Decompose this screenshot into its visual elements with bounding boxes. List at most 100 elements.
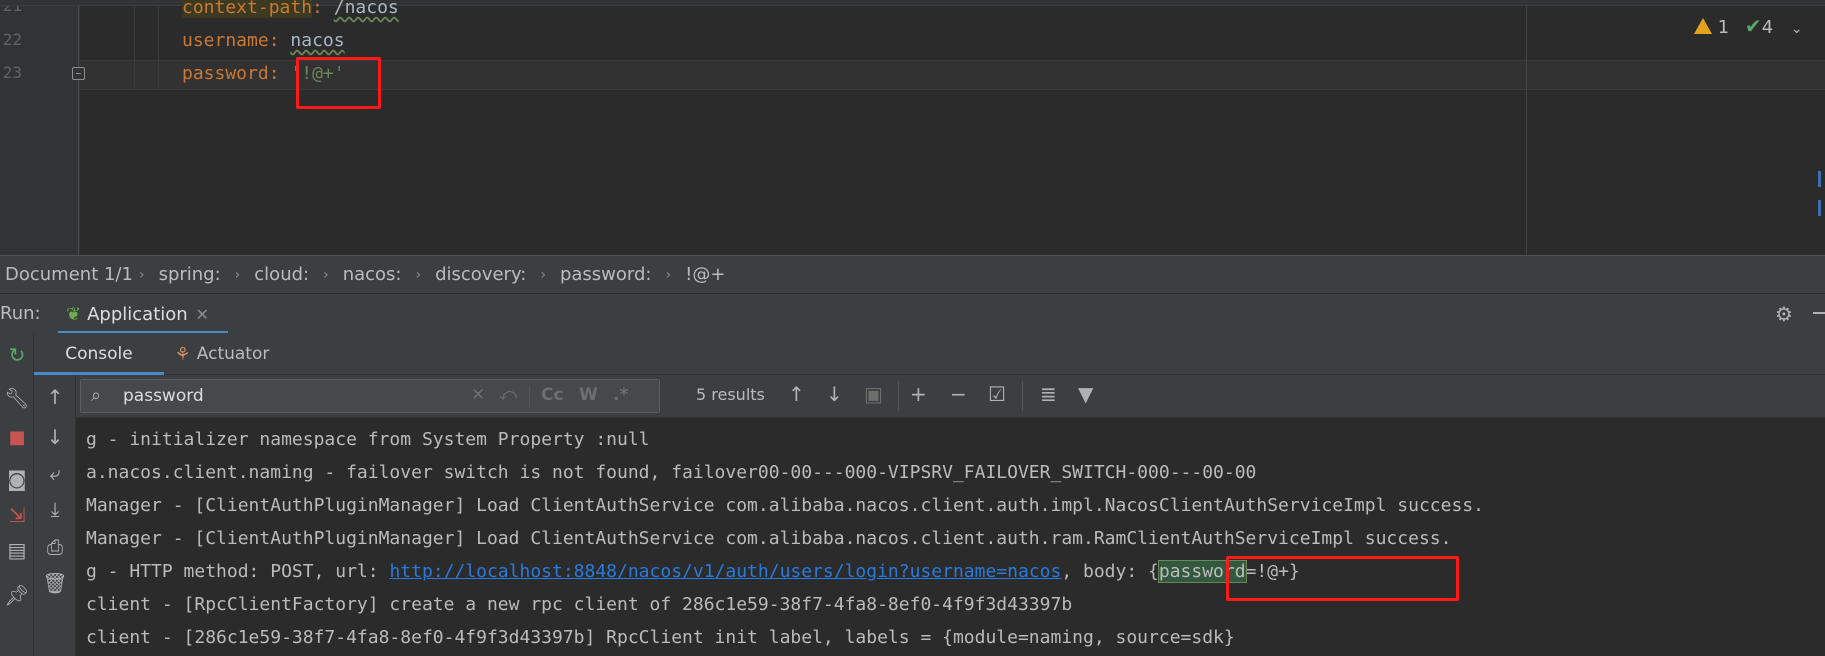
next-occurrence-icon[interactable]: ↓: [826, 382, 843, 406]
log-line: Manager - [ClientAuthPluginManager] Load…: [86, 495, 1484, 516]
search-input[interactable]: [123, 384, 423, 408]
exit-icon[interactable]: ⇲: [0, 503, 34, 527]
yaml-value: nacos: [290, 30, 345, 51]
breadcrumb-document[interactable]: Document 1/1: [5, 264, 133, 285]
trash-icon[interactable]: 🗑︎: [34, 571, 76, 595]
match-case-toggle[interactable]: Cc: [541, 385, 564, 405]
previous-occurrence-icon[interactable]: ↑: [788, 382, 805, 406]
actuator-icon: ⚘: [174, 343, 191, 365]
regex-toggle[interactable]: .*: [613, 385, 628, 405]
filter-icon[interactable]: ▼: [1078, 382, 1093, 406]
breadcrumb-separator-icon: ›: [665, 266, 672, 283]
select-all-occurrences-icon[interactable]: ▣: [864, 382, 883, 406]
stop-icon[interactable]: ■: [0, 427, 34, 448]
scrollbar-marker[interactable]: [1818, 171, 1821, 187]
layout-icon[interactable]: ▤: [0, 538, 34, 562]
camera-icon[interactable]: ◙: [0, 467, 34, 491]
annotation-box-password-value: [296, 57, 381, 109]
run-left-toolbar: ↻ 🔧︎ ■ ◙ ⇲ ▤ 📌︎: [0, 333, 34, 656]
gear-icon[interactable]: ⚙: [1775, 302, 1793, 326]
breadcrumb-separator-icon: ›: [540, 266, 546, 283]
log-line: a.nacos.client.naming - failover switch …: [86, 462, 1257, 483]
spring-boot-icon: ❦: [66, 303, 82, 325]
search-icon[interactable]: ⌕: [91, 385, 101, 406]
yaml-key: context-path: [182, 0, 313, 18]
close-icon[interactable]: ✕: [196, 305, 209, 324]
select-occurrences-icon[interactable]: ☑: [988, 382, 1006, 406]
breadcrumb-separator-icon: ›: [138, 266, 145, 283]
log-line: Manager - [ClientAuthPluginManager] Load…: [86, 528, 1452, 549]
separator: [898, 381, 899, 411]
tab-console-label: Console: [65, 344, 133, 364]
whole-words-toggle[interactable]: W: [579, 385, 598, 405]
yaml-separator: :: [268, 30, 291, 51]
scroll-down-icon[interactable]: ↓: [34, 425, 76, 449]
tab-application[interactable]: ❦ Application ✕: [58, 294, 228, 334]
code-line-username: username: nacos: [182, 29, 345, 53]
search-field: ⌕ ✕ ⤺ Cc W .*: [80, 379, 660, 413]
line-number: 23: [2, 63, 22, 82]
breadcrumb-separator-icon: ›: [323, 266, 329, 283]
log-line: client - [RpcClientFactory] create a new…: [86, 594, 1073, 615]
yaml-value: /nacos: [333, 0, 399, 18]
indent-guide: [158, 0, 159, 90]
separator: [529, 386, 530, 408]
log-line: g - initializer namespace from System Pr…: [86, 429, 650, 450]
pin-icon[interactable]: 📌︎: [0, 583, 34, 607]
scroll-to-end-icon[interactable]: ⤓: [34, 497, 76, 521]
gutter-divider: [78, 0, 79, 255]
replace-history-icon[interactable]: ⤺: [499, 385, 517, 405]
editor-gutter: 21 22 23: [0, 0, 85, 255]
run-label: Run:: [0, 303, 41, 324]
log-text: , body: {: [1061, 561, 1159, 582]
chevron-down-icon[interactable]: ⌄: [1791, 21, 1803, 37]
yaml-separator: :: [312, 0, 334, 18]
breadcrumb-item[interactable]: spring:: [151, 264, 229, 285]
console-output[interactable]: g - initializer namespace from System Pr…: [77, 418, 1825, 656]
breadcrumb-separator-icon: ›: [234, 266, 241, 283]
tab-actuator-label: Actuator: [196, 344, 270, 364]
scroll-up-icon[interactable]: ↑: [34, 385, 76, 409]
check-icon: ✔: [1744, 14, 1762, 38]
code-editor[interactable]: 21 22 23 context-path: /nacos username: …: [0, 0, 1825, 255]
right-margin-guide: [1526, 6, 1527, 255]
filter-lines-icon[interactable]: ≣: [1040, 382, 1057, 406]
add-occurrence-icon[interactable]: +: [910, 382, 927, 406]
inspection-widget[interactable]: 1 ✔4 ⌄: [1694, 14, 1803, 38]
tab-actuator[interactable]: ⚘ Actuator: [152, 333, 292, 375]
print-icon[interactable]: ⎙: [34, 535, 76, 559]
search-results-count: 5 results: [696, 385, 765, 404]
log-line: client - [286c1e59-38f7-4fa8-8ef0-4f9f3d…: [86, 627, 1235, 648]
soft-wrap-icon[interactable]: ⤶: [34, 461, 76, 485]
wrench-icon[interactable]: 🔧︎: [0, 386, 34, 410]
log-line-http: g - HTTP method: POST, url: http://local…: [86, 560, 1300, 584]
yaml-separator: :: [268, 63, 291, 84]
scrollbar-marker[interactable]: [1818, 200, 1821, 216]
minimize-icon[interactable]: [1813, 312, 1825, 314]
indent-guide: [134, 0, 135, 90]
yaml-key: password: [182, 63, 269, 84]
breadcrumb-item[interactable]: password:: [552, 264, 660, 285]
fold-marker-icon[interactable]: [72, 67, 85, 80]
log-text: g - HTTP method: POST, url:: [86, 561, 390, 582]
breadcrumb-item[interactable]: discovery:: [427, 264, 534, 285]
run-subtabs: Console ⚘ Actuator: [34, 333, 1825, 375]
warning-icon: [1694, 18, 1712, 34]
line-number: 22: [2, 30, 22, 49]
tab-console[interactable]: Console: [34, 333, 164, 375]
run-tool-window-header: Run: ❦ Application ✕ ⚙: [0, 293, 1825, 334]
breadcrumb-item[interactable]: nacos:: [335, 264, 410, 285]
warning-count: 1: [1717, 17, 1730, 38]
rerun-icon[interactable]: ↻: [0, 343, 34, 367]
breadcrumb-item[interactable]: cloud:: [246, 264, 317, 285]
check-count: 4: [1761, 17, 1774, 38]
remove-occurrence-icon[interactable]: −: [950, 382, 967, 406]
code-line-context-path: context-path: /nacos: [182, 0, 399, 20]
breadcrumb-item[interactable]: !@+: [677, 264, 733, 285]
separator: [1022, 381, 1023, 411]
log-url-link[interactable]: http://localhost:8848/nacos/v1/auth/user…: [389, 561, 1061, 582]
clear-icon[interactable]: ✕: [471, 385, 485, 405]
console-toolbar: ↑ ↓ ⤶ ⤓ ⎙ 🗑︎: [34, 375, 76, 656]
annotation-box-body-password: [1226, 556, 1459, 601]
tab-application-label: Application: [87, 303, 188, 325]
